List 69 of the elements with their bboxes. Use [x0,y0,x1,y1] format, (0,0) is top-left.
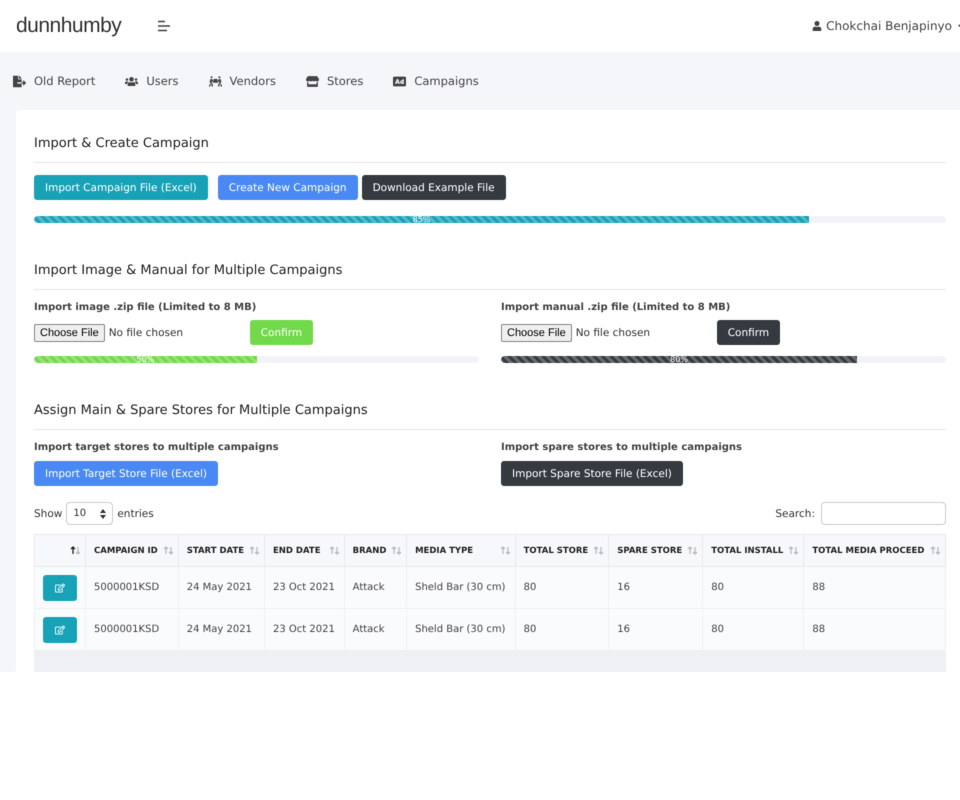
users-icon [125,74,138,88]
import-button[interactable]: Import Spare Store File (Excel) [501,461,683,486]
file-status: No file chosen [576,326,652,338]
progress-label: 50% [136,356,154,363]
logo[interactable]: dunnhumby [16,14,122,38]
column-header[interactable]: CAMPAIGN ID [86,534,178,566]
column-header[interactable]: TOTAL STORE [515,534,609,566]
column-header[interactable]: START DATE [178,534,264,566]
progress-label: 80% [670,356,688,363]
edit-icon [55,624,65,634]
file-status: No file chosen [108,326,184,338]
confirm-button[interactable]: Confirm [716,320,780,345]
table-cell: 5000001KSD [86,566,178,608]
people-carrying-icon [208,74,222,88]
column-header[interactable]: BRAND [344,534,407,566]
column-header[interactable]: END DATE [264,534,344,566]
ad-icon [393,74,406,88]
entries-label: entries [117,508,154,520]
column-header[interactable]: TOTAL MEDIA PROCEED [804,534,946,566]
updown-icon [100,508,106,518]
user-icon [812,21,822,31]
edit-button[interactable] [43,574,77,600]
search-label: Search: [775,508,815,520]
table-cell: Attack [344,608,407,650]
nav-link[interactable]: Users [125,74,179,88]
column-header[interactable]: TOTAL INSTALL [702,534,804,566]
nav-link[interactable]: Vendors [208,74,276,88]
sort-icon[interactable] [70,546,81,555]
table-cell: 24 May 2021 [178,608,264,650]
table-cell: 5000001KSD [86,608,178,650]
field-label: Import image .zip file (Limited to 8 MB) [34,302,258,313]
menu-icon[interactable] [157,20,172,32]
table-cell: Sheld Bar (30 cm) [406,608,516,650]
show-label: Show [34,508,62,520]
field-label: Import target stores to multiple campaigns [34,442,280,453]
choose-file-button[interactable]: Choose File [34,324,105,342]
field-label: Import manual .zip file (Limited to 8 MB) [501,302,732,313]
table-cell: 88 [804,608,946,650]
report-icon [13,74,26,88]
page-size-select[interactable]: 10 [66,502,114,525]
table-cell: 80 [702,566,804,608]
section-title: Assign Main & Spare Stores for Multiple Campaigns [34,403,946,430]
table-cell: 16 [608,608,703,650]
section-title: Import Image & Manual for Multiple Campaigns [34,263,946,290]
field-label: Import spare stores to multiple campaigns [501,442,743,453]
table-cell: Attack [344,566,407,608]
nav-link[interactable]: Stores [306,74,364,88]
column-header[interactable]: MEDIA TYPE [406,534,516,566]
choose-file-button[interactable]: Choose File [501,324,572,342]
progress-label: 85% [412,216,430,223]
table-cell: 80 [515,608,609,650]
table-cell: 23 Oct 2021 [264,566,344,608]
table-cell: 80 [702,608,804,650]
table-cell: Sheld Bar (30 cm) [406,566,516,608]
table-cell: 16 [608,566,703,608]
edit-button[interactable] [43,616,77,642]
search-field[interactable] [821,502,946,525]
store-icon [306,74,319,88]
table-cell: 80 [515,566,609,608]
table-cell: 24 May 2021 [178,566,264,608]
table-cell: 88 [804,566,946,608]
column-header[interactable]: SPARE STORE [608,534,703,566]
nav-link[interactable]: Old Report [13,74,96,88]
table-cell: 23 Oct 2021 [264,608,344,650]
edit-icon [55,582,65,592]
nav-link[interactable]: Campaigns [393,74,479,88]
section-title: Import & Create Campaign [34,136,946,163]
user-name[interactable]: Chokchai Benjapinyo [826,19,952,33]
action-button[interactable]: Download Example File [362,175,506,200]
